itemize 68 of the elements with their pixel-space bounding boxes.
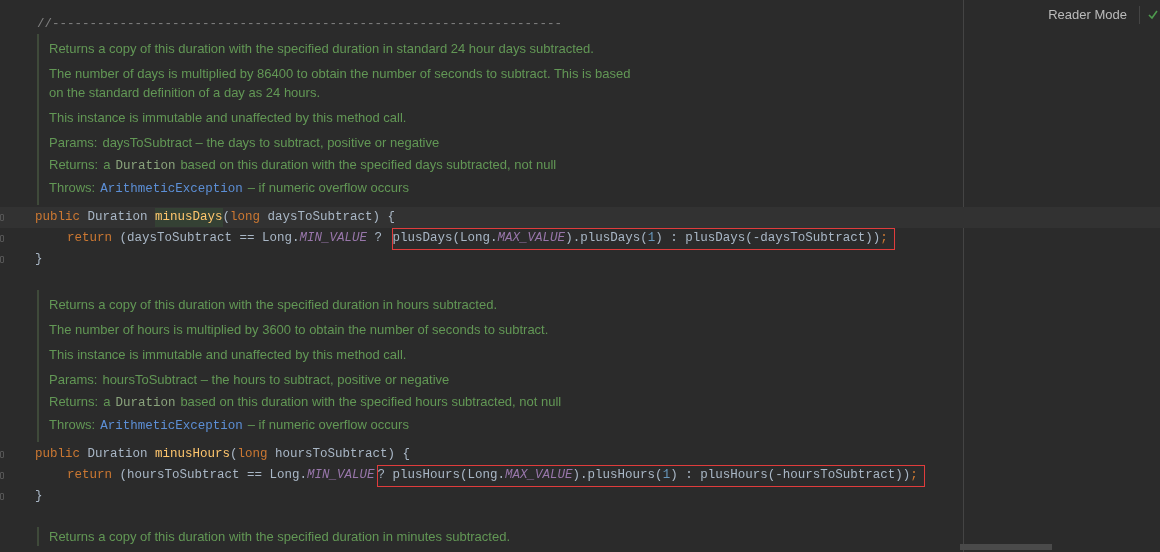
doc-text: based on this duration with the specified days subtracted, not null — [180, 156, 557, 174]
separator-comment: //-------------------------------------------------------------------- — [37, 15, 563, 33]
exception-link[interactable]: ArithmeticException — [100, 179, 243, 199]
check-icon — [1148, 9, 1158, 20]
code-token: ? — [373, 230, 384, 248]
doc-tag-label: Throws: — [49, 179, 96, 197]
code-token: ? plusHours(Long. — [377, 467, 506, 485]
code-token: public — [35, 209, 81, 227]
code-token: 1 — [647, 230, 656, 248]
code-token: return — [67, 467, 113, 485]
code-token: ) : plusHours(-hoursToSubtract)) — [670, 467, 911, 485]
code-token: (hoursToSubtract == Long. — [119, 467, 308, 485]
doc-tag-label: Params: — [49, 134, 98, 152]
code-token: ).plusDays( — [565, 230, 648, 248]
doc-text: daysToSubtract – the days to subtract, positive or negative — [102, 134, 440, 152]
code-token: } — [35, 488, 43, 506]
code-token: MIN_VALUE — [299, 230, 368, 248]
doc-paragraph: This instance is immutable and unaffected by this method call. — [49, 346, 408, 364]
fold-icon — [0, 493, 4, 500]
fold-icon — [0, 451, 4, 458]
doc-text: a — [103, 156, 111, 174]
doc-tag-label: Returns: — [49, 156, 99, 174]
doc-paragraph: Returns a copy of this duration with the specified duration in hours subtracted. — [49, 296, 499, 314]
code-token: public — [35, 446, 81, 464]
code-token: ).plusHours( — [572, 467, 663, 485]
code-token: ( — [230, 446, 238, 464]
doc-text: hoursToSubtract – the hours to subtract, positive or negative — [102, 371, 450, 389]
doc-paragraph: Returns a copy of this duration with the specified duration in standard 24 hour days subtracted. — [49, 40, 595, 58]
doc-text: based on this duration with the specified hours subtracted, not null — [180, 393, 562, 411]
doc-paragraph: This instance is immutable and unaffected by this method call. — [49, 109, 408, 127]
scrollbar-thumb[interactable] — [960, 544, 1052, 550]
code-token: long — [230, 209, 262, 227]
doc-tag-label: Returns: — [49, 393, 99, 411]
code-token: MAX_VALUE — [505, 467, 573, 485]
inline-code: Duration — [115, 395, 176, 412]
code-token: minusHours — [155, 446, 231, 464]
code-token: } — [35, 251, 43, 269]
exception-link[interactable]: ArithmeticException — [100, 416, 243, 436]
reader-mode-button[interactable]: Reader Mode — [1044, 4, 1131, 26]
code-token: MAX_VALUE — [497, 230, 566, 248]
doc-text: – if numeric overflow occurs — [247, 179, 409, 197]
code-token: plusDays(Long. — [392, 230, 498, 248]
code-token: (daysToSubtract == Long. — [119, 230, 300, 248]
doc-paragraph: The number of hours is multiplied by 3600 to obtain the number of seconds to subtract. — [49, 321, 550, 339]
code-token: ) : plusDays(-daysToSubtract)) — [655, 230, 881, 248]
fold-icon — [0, 472, 4, 479]
doc-text: – if numeric overflow occurs — [247, 416, 409, 434]
code-token: Duration — [87, 209, 149, 227]
code-token: ( — [222, 209, 231, 227]
code-token: MIN_VALUE — [307, 467, 375, 485]
doc-text: a — [103, 393, 111, 411]
fold-icon — [0, 235, 4, 242]
code-token: ; — [910, 467, 918, 485]
code-token: 1 — [662, 467, 671, 485]
fold-icon — [0, 256, 4, 263]
code-token: ; — [880, 230, 888, 248]
code-token: long — [237, 446, 269, 464]
code-token: minusDays — [155, 208, 223, 227]
doc-tag-label: Params: — [49, 371, 98, 389]
code-token: daysToSubtract) { — [267, 209, 396, 227]
fold-icon — [0, 214, 4, 221]
doc-paragraph: The number of days is multiplied by 86400 to obtain the number of seconds to subtract. This is based on the standard definition of a day as 24 hours. — [49, 65, 632, 102]
code-token: return — [67, 230, 113, 248]
inline-code: Duration — [115, 158, 176, 175]
code-token: hoursToSubtract) { — [275, 446, 411, 464]
doc-paragraph: Returns a copy of this duration with the specified duration in minutes subtracted. — [49, 528, 512, 546]
doc-tag-label: Throws: — [49, 416, 96, 434]
code-token: Duration — [87, 446, 149, 464]
